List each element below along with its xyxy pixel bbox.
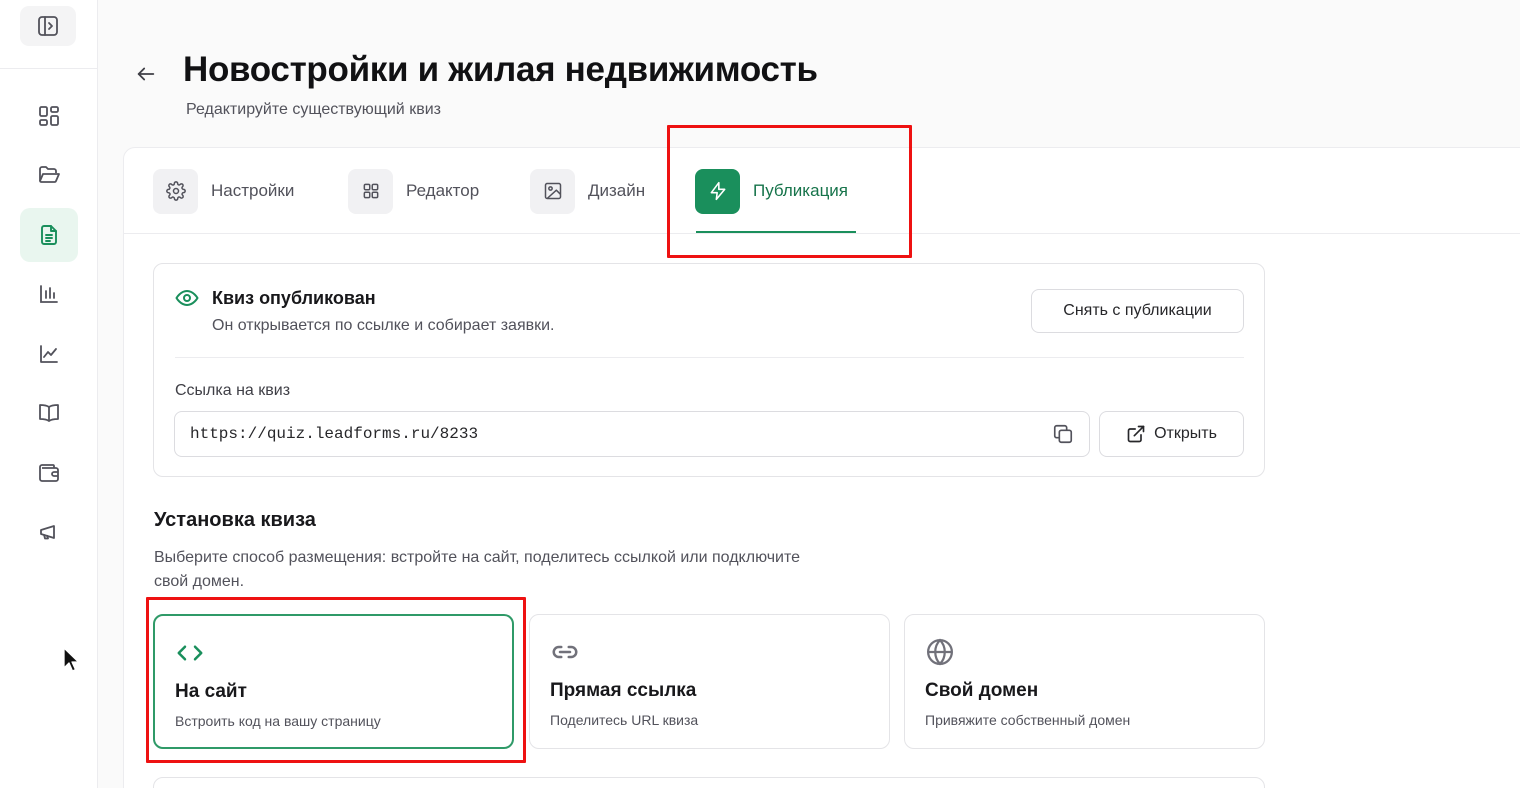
publication-status-title: Квиз опубликован	[212, 288, 376, 308]
quiz-link-label: Ссылка на квиз	[175, 382, 291, 399]
tab-label: Настройки	[211, 181, 295, 200]
install-option-title: Свой домен	[925, 680, 1039, 701]
install-option-custom-domain[interactable]: Свой домен Привяжите собственный домен	[904, 614, 1265, 749]
sidebar-item-statistics[interactable]	[20, 267, 78, 321]
install-option-description: Поделитесь URL квиза	[550, 712, 699, 728]
book-icon	[39, 404, 59, 422]
external-link-icon	[1127, 425, 1145, 443]
lightning-icon	[710, 181, 725, 201]
sidebar-item-folders[interactable]	[20, 148, 78, 202]
active-tab-indicator	[696, 231, 856, 233]
install-details-card	[153, 777, 1265, 788]
tab-publication[interactable]: Публикация	[695, 168, 848, 214]
megaphone-icon	[40, 525, 55, 540]
quiz-link-input[interactable]	[174, 411, 1090, 457]
tab-label: Дизайн	[588, 181, 646, 200]
copy-icon[interactable]	[1052, 423, 1074, 445]
tab-editor[interactable]: Редактор	[348, 168, 479, 214]
grid-icon	[363, 183, 378, 199]
mouse-cursor-icon	[63, 647, 80, 672]
install-section-title: Установка квиза	[154, 509, 316, 531]
sidebar-item-analytics[interactable]	[20, 327, 78, 381]
install-option-website[interactable]: На сайт Встроить код на вашу страницу	[153, 614, 514, 749]
unpublish-button[interactable]: Снять с публикации	[1031, 289, 1244, 333]
gear-icon	[165, 181, 186, 201]
wallet-icon	[39, 464, 59, 482]
sidebar-toggle-button[interactable]	[20, 6, 76, 46]
link-icon	[552, 645, 578, 659]
tab-label: Редактор	[406, 181, 480, 200]
back-button[interactable]	[132, 60, 160, 88]
sidebar-item-billing[interactable]	[20, 446, 78, 500]
image-icon	[544, 182, 561, 200]
code-icon	[177, 645, 203, 661]
tab-label: Публикация	[753, 181, 849, 200]
open-link-label: Открыть	[1154, 425, 1217, 442]
dashboard-icon	[39, 106, 59, 126]
sidebar-item-marketing[interactable]	[20, 505, 78, 559]
sidebar-item-dashboard[interactable]	[20, 89, 78, 143]
page-subtitle: Редактируйте существующий квиз	[186, 101, 441, 118]
sidebar-toggle-icon	[38, 16, 58, 36]
page-title: Новостройки и жилая недвижимость	[183, 50, 818, 89]
sidebar	[0, 0, 98, 788]
tab-settings[interactable]: Настройки	[153, 168, 294, 214]
sidebar-item-knowledge-base[interactable]	[20, 386, 78, 440]
install-section-description: Выберите способ размещения: встройте на …	[154, 549, 801, 590]
globe-icon	[927, 638, 953, 666]
install-option-direct-link[interactable]: Прямая ссылка Поделитесь URL квиза	[529, 614, 890, 749]
document-icon	[41, 225, 57, 245]
arrow-left-icon	[137, 67, 155, 81]
card-divider	[175, 357, 1244, 358]
bar-chart-icon	[40, 285, 58, 303]
install-option-description: Привяжите собственный домен	[925, 712, 1131, 728]
sidebar-divider	[0, 68, 98, 69]
install-option-title: На сайт	[175, 681, 247, 702]
sidebar-item-quizzes[interactable]	[20, 208, 78, 262]
tab-design[interactable]: Дизайн	[530, 168, 645, 214]
line-chart-icon	[40, 345, 58, 363]
folder-icon	[39, 166, 60, 183]
install-option-description: Встроить код на вашу страницу	[175, 713, 381, 729]
eye-icon	[175, 290, 199, 306]
publication-status-description: Он открывается по ссылке и собирает заяв…	[212, 317, 555, 334]
open-link-button[interactable]: Открыть	[1099, 411, 1244, 457]
install-option-title: Прямая ссылка	[550, 680, 697, 701]
